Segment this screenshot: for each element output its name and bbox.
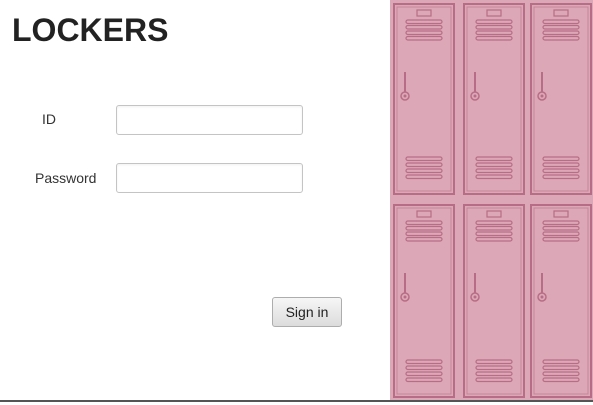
id-label: ID xyxy=(42,111,56,127)
id-input[interactable] xyxy=(116,105,303,135)
lockers-illustration-icon xyxy=(390,0,593,400)
password-input[interactable] xyxy=(116,163,303,193)
password-label: Password xyxy=(35,170,97,186)
sign-in-button[interactable]: Sign in xyxy=(272,297,342,327)
login-window: LOCKERS ID Password Sign in xyxy=(0,0,593,402)
app-title: LOCKERS xyxy=(12,12,169,48)
